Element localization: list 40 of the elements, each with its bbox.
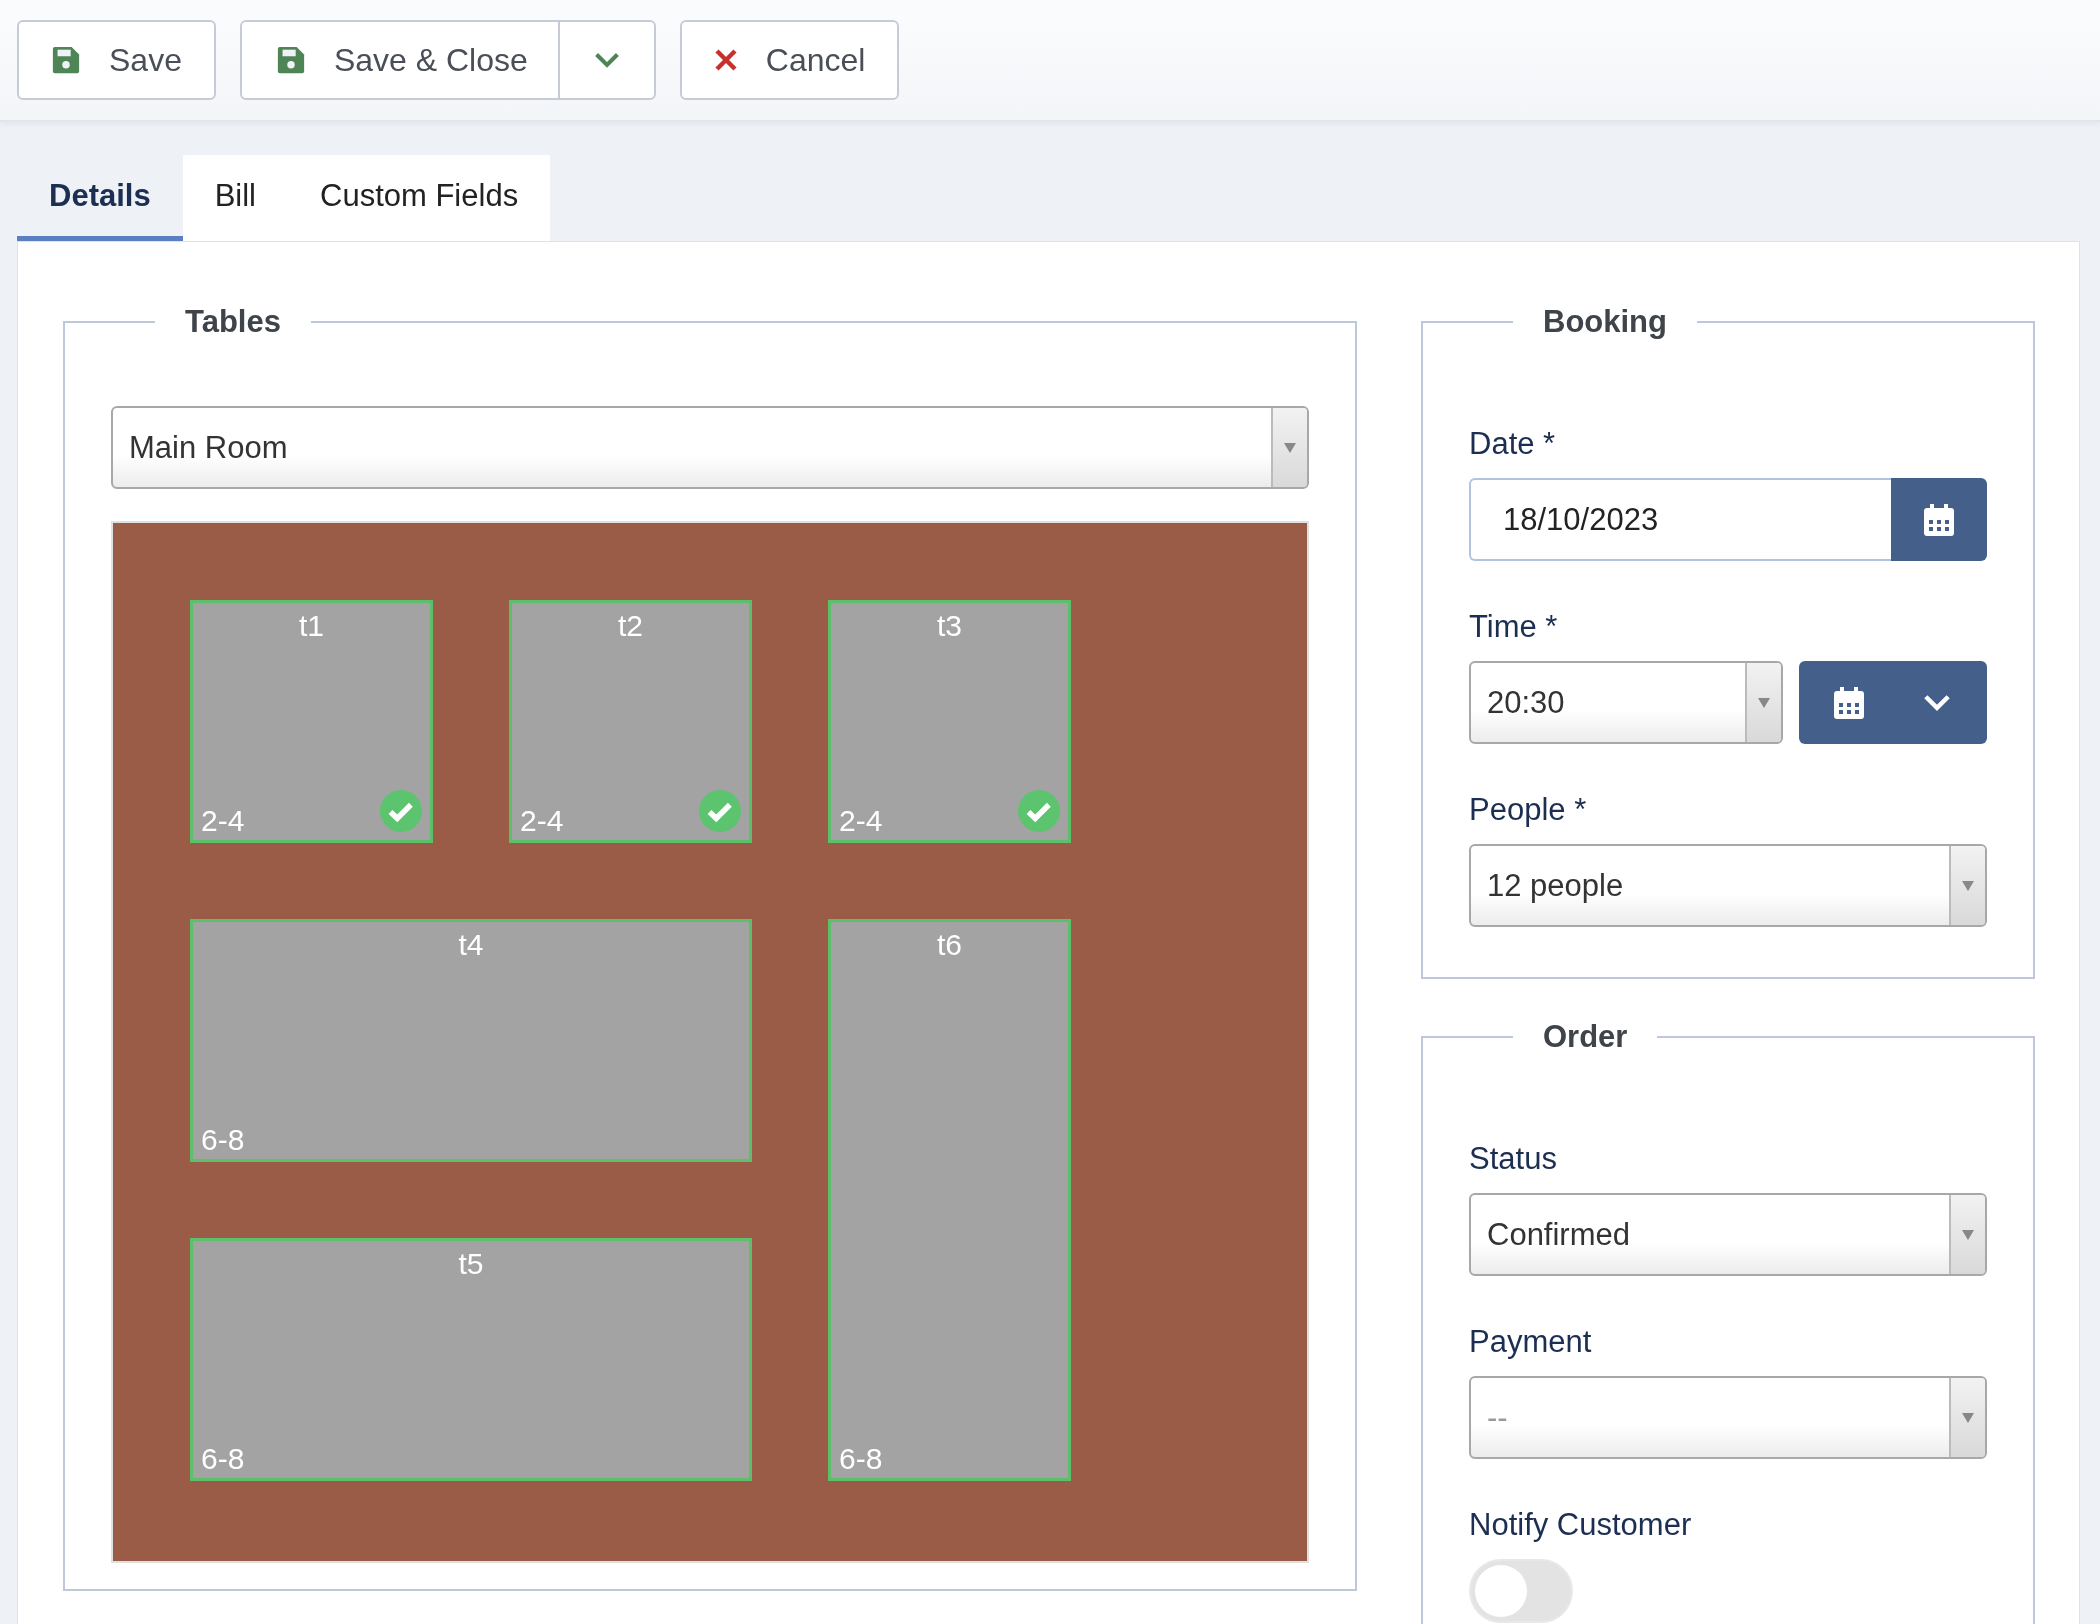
close-icon <box>713 48 738 72</box>
calendar-icon <box>1833 686 1864 719</box>
table-capacity: 2-4 <box>839 804 884 838</box>
date-field[interactable]: 18/10/2023 <box>1469 478 1891 561</box>
status-select[interactable]: Confirmed <box>1469 1193 1987 1276</box>
field-label: Notify Customer <box>1469 1507 1693 1543</box>
calendar-button[interactable] <box>1891 478 1987 561</box>
table-name: t3 <box>937 609 962 643</box>
cancel-button[interactable]: Cancel <box>679 20 900 100</box>
table-name: t4 <box>458 928 484 962</box>
field-label: Date * <box>1469 426 1557 462</box>
field-label: Time * <box>1469 609 1559 645</box>
table-name: t1 <box>299 609 324 643</box>
table-capacity: 6-8 <box>201 1123 246 1157</box>
table-capacity: 6-8 <box>839 1442 884 1476</box>
room-select[interactable]: Main Room <box>111 406 1309 489</box>
people-select[interactable]: 12 people <box>1469 844 1987 927</box>
time-picker-button[interactable] <box>1798 661 1987 744</box>
chevron-down-icon <box>1921 693 1952 712</box>
dropdown-arrow-icon <box>1962 1229 1974 1240</box>
table-capacity: 6-8 <box>201 1442 246 1476</box>
dropdown-arrow-icon <box>1962 880 1974 891</box>
fieldset-legend: Tables <box>155 304 311 340</box>
table-name: t2 <box>618 609 643 643</box>
time-select[interactable]: 20:30 <box>1469 661 1783 744</box>
save-button[interactable]: Save <box>17 20 216 100</box>
dropdown-arrow-icon <box>1962 1412 1974 1423</box>
fieldset-legend: Order <box>1513 1019 1658 1055</box>
table-name: t6 <box>937 928 962 962</box>
calendar-icon <box>1924 503 1954 536</box>
field-label: Status <box>1469 1141 1558 1177</box>
table-name: t5 <box>458 1247 484 1281</box>
table-capacity: 2-4 <box>520 804 565 838</box>
tab[interactable]: Details <box>17 155 183 241</box>
dropdown-arrow-icon <box>1757 697 1770 708</box>
dropdown-arrow-icon <box>1284 442 1296 453</box>
field-label: People * <box>1469 792 1588 828</box>
field-label: Payment <box>1469 1324 1593 1360</box>
table-capacity: 2-4 <box>201 804 246 838</box>
fieldset-legend: Booking <box>1513 304 1697 340</box>
